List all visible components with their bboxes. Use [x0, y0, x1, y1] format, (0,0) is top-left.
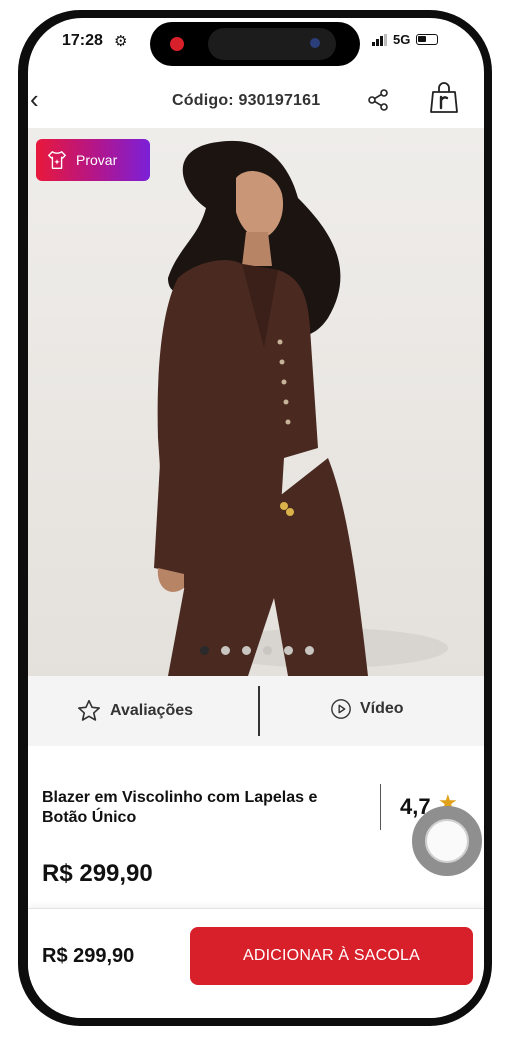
product-price: R$ 299,90 [42, 860, 153, 887]
app-screen: 17:28 ⚙ 5G ‹ Código: 930197161 Provar Av… [28, 18, 484, 1018]
carousel-dot[interactable] [242, 646, 251, 655]
try-on-label: Provar [76, 152, 118, 168]
signal-icon [372, 33, 387, 46]
share-icon[interactable] [366, 88, 390, 112]
model-photo [154, 140, 448, 676]
carousel-dot[interactable] [263, 646, 272, 655]
tab-divider [258, 686, 260, 736]
camera-icon [310, 38, 320, 48]
media-tabs: Avaliações Vídeo [28, 676, 484, 746]
rating-divider [380, 784, 381, 830]
purchase-bar: R$ 299,90 ADICIONAR À SACOLA [28, 908, 484, 1018]
add-to-bag-button[interactable]: ADICIONAR À SACOLA [190, 927, 473, 985]
product-image[interactable] [28, 128, 484, 676]
product-title: Blazer em Viscolinho com Lapelas e Botão… [42, 789, 318, 826]
tab-reviews[interactable]: Avaliações [76, 698, 193, 724]
status-indicators: 5G [372, 32, 439, 47]
tab-video[interactable]: Vídeo [330, 698, 404, 720]
star-outline-icon [78, 699, 100, 721]
tab-video-label: Vídeo [360, 700, 404, 717]
play-icon [331, 699, 351, 719]
carousel-dot[interactable] [284, 646, 293, 655]
footer-price: R$ 299,90 [42, 945, 135, 967]
tab-reviews-label: Avaliações [110, 702, 194, 719]
loading-spinner-icon [412, 806, 482, 876]
battery-icon [416, 34, 439, 45]
try-on-button[interactable]: Provar [36, 139, 150, 181]
status-time: 17:28 [62, 32, 103, 49]
dynamic-island [150, 22, 360, 66]
carousel-dot[interactable] [221, 646, 230, 655]
settings-gear-icon: ⚙ [114, 33, 128, 50]
carousel-dots[interactable] [200, 646, 314, 655]
back-icon[interactable]: ‹ [30, 86, 39, 112]
carousel-dot[interactable] [305, 646, 314, 655]
network-label: 5G [393, 32, 411, 47]
shirt-sparkle-icon [48, 151, 66, 169]
shopping-bag-icon[interactable] [428, 82, 460, 114]
carousel-dot[interactable] [200, 646, 209, 655]
recording-dot-icon [170, 37, 184, 51]
product-code: Código: 930197161 [172, 92, 321, 109]
